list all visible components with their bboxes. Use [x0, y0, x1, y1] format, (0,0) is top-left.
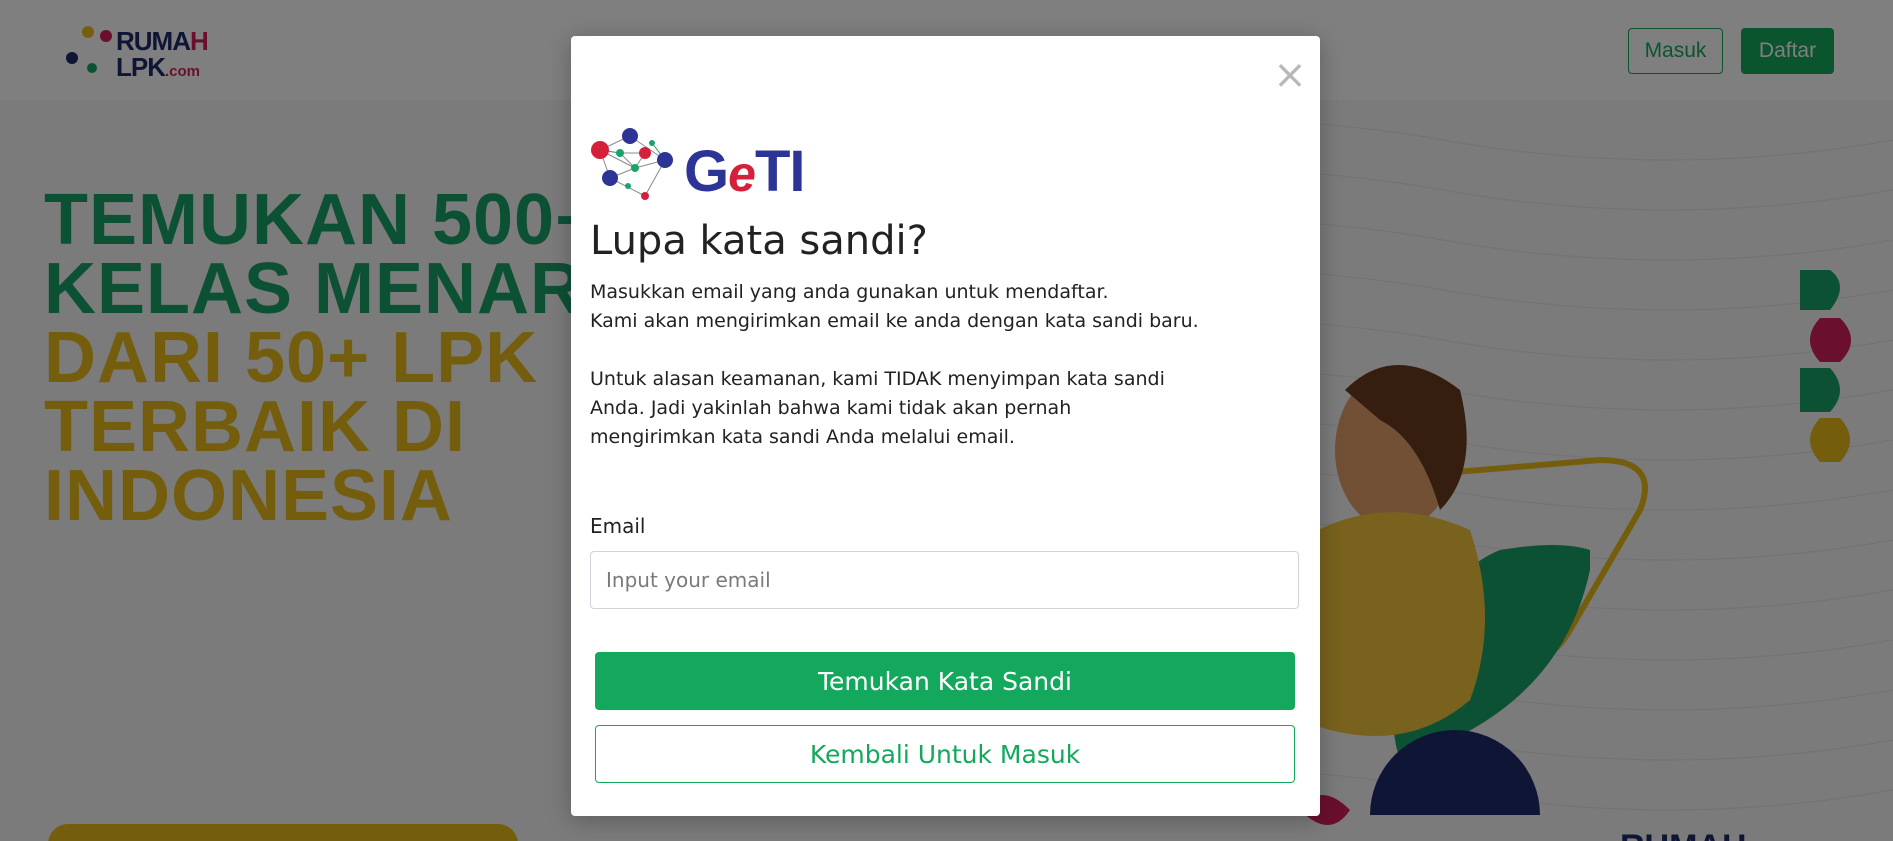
description-line: Kami akan mengirimkan email ke anda deng… — [590, 310, 1199, 332]
description-line: Masukkan email yang anda gunakan untuk m… — [590, 281, 1109, 303]
network-logo-icon — [591, 128, 673, 200]
email-field[interactable] — [590, 551, 1299, 609]
description-line: mengirimkan kata sandi Anda melalui emai… — [590, 426, 1015, 448]
close-icon[interactable]: × — [1273, 55, 1307, 95]
geti-logo-text: GeTI — [684, 139, 805, 204]
modal-description: Masukkan email yang anda gunakan untuk m… — [590, 278, 1270, 452]
geti-logo: GeTI — [590, 128, 820, 204]
back-to-login-button[interactable]: Kembali Untuk Masuk — [595, 725, 1295, 783]
find-password-button[interactable]: Temukan Kata Sandi — [595, 652, 1295, 710]
email-label: Email — [590, 514, 646, 538]
forgot-password-modal: × GeTI Lupa kata sandi? Masukkan email y… — [571, 36, 1320, 816]
description-line: Untuk alasan keamanan, kami TIDAK menyim… — [590, 368, 1165, 390]
description-line: Anda. Jadi yakinlah bahwa kami tidak aka… — [590, 397, 1072, 419]
modal-title: Lupa kata sandi? — [590, 218, 928, 264]
